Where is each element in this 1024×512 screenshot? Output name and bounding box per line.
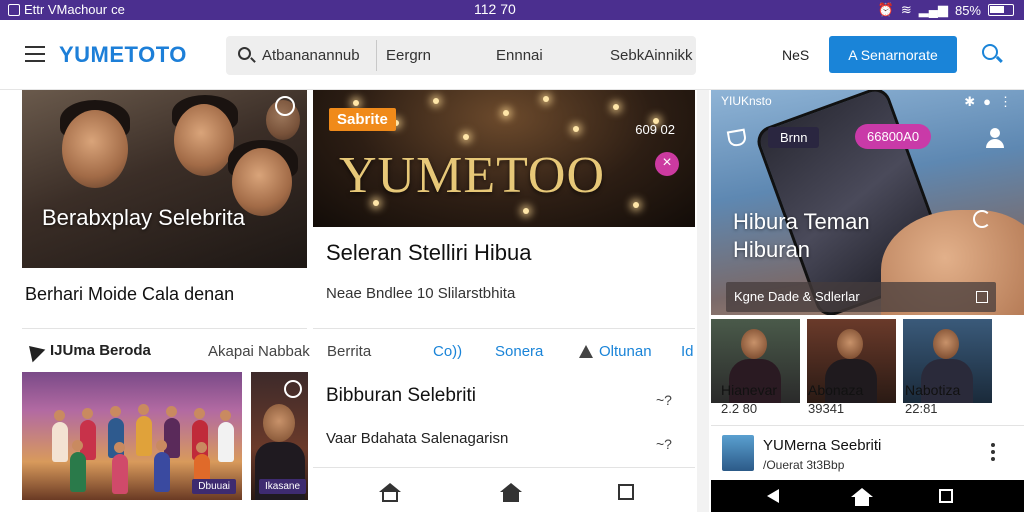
phone-pill-badge[interactable]: 66800A0: [855, 124, 932, 149]
hero-tag: Sabrite: [329, 108, 396, 131]
tab-label: Oltunan: [599, 343, 652, 360]
divider: [313, 467, 695, 468]
navigation-arrow-icon: [22, 339, 46, 362]
person-name[interactable]: Abonaza: [808, 382, 863, 398]
cta-button[interactable]: A Senarnorate: [829, 36, 957, 73]
header-link[interactable]: NeS: [782, 47, 809, 63]
person-name[interactable]: Nabotiza: [905, 382, 960, 398]
article-title[interactable]: Seleran Stelliri Hibua: [326, 240, 531, 266]
menu-icon[interactable]: [25, 46, 45, 62]
divider: [711, 425, 1024, 426]
search-bar[interactable]: Atbananannub Eergrn Ennnai SebkAinnikk: [226, 36, 696, 75]
status-indicators: ⏰ ≋ ▂▄▆ 85%: [878, 2, 1014, 18]
feature-title[interactable]: Berhari Moide Cala denan: [25, 284, 234, 305]
hero-counter: 609 02: [635, 122, 675, 137]
status-app-suffix: ce: [111, 2, 125, 17]
tab-category[interactable]: Id: [681, 343, 694, 360]
status-bar: Ettr VMachour ce 112 70 ⏰ ≋ ▂▄▆ 85%: [0, 0, 1024, 20]
tab-category[interactable]: Oltunan: [579, 343, 652, 360]
tab-category[interactable]: Berrita: [327, 343, 371, 360]
person-count: 39341: [808, 401, 845, 416]
bottom-nav: [313, 470, 695, 512]
app-logo[interactable]: YUMETOTO: [59, 42, 187, 68]
status-app-name: Ettr VMachour: [24, 2, 108, 17]
bluetooth-icon: ✱: [964, 94, 976, 109]
status-app: Ettr VMachour ce: [8, 2, 125, 17]
list-item-count: ~?: [656, 392, 672, 408]
phone-preview: YIUKnsto ✱ ● ⋮ Brnn 66800A0 Hibura Teman…: [711, 90, 1024, 512]
phone-caption-strip[interactable]: Kgne Dade & Sdlerlar: [726, 282, 996, 312]
section-header: IJUma Beroda: [22, 339, 151, 362]
hero-banner[interactable]: Sabrite YUMETOO 609 02 ×: [313, 90, 695, 227]
recents-icon[interactable]: [939, 489, 953, 503]
search-filter[interactable]: Ennnai: [496, 47, 543, 64]
search-filter[interactable]: Eergrn: [386, 47, 431, 64]
tab-category[interactable]: Sonera: [495, 343, 543, 360]
phone-hero-title: Hibura Teman Hiburan: [733, 209, 870, 262]
home-icon[interactable]: [851, 488, 873, 506]
user-icon[interactable]: [986, 128, 1004, 148]
article-subtitle: Neae Bndlee 10 Slilarstbhita: [326, 285, 516, 302]
search-icon: [238, 47, 251, 60]
play-icon[interactable]: [284, 380, 302, 398]
phone-pill-label[interactable]: Brnn: [768, 127, 820, 148]
phone-top-label: YIUKnsto: [721, 94, 772, 108]
wifi-icon: ≋: [900, 2, 912, 17]
thumbnail-badge: Ikasane: [259, 479, 307, 494]
signal-icon: ▂▄▆: [918, 2, 948, 17]
status-time: 112 70: [474, 1, 516, 17]
item-avatar[interactable]: [722, 435, 754, 471]
globe-icon: ●: [983, 94, 991, 109]
category-tabs: Berrita Co)) Sonera Oltunan Id: [313, 342, 696, 362]
app-screen: Ettr VMachour ce 112 70 ⏰ ≋ ▂▄▆ 85% YUME…: [0, 0, 1024, 512]
search-icon[interactable]: [982, 44, 998, 60]
search-divider: [376, 40, 377, 71]
tab-category[interactable]: Co)): [433, 343, 462, 360]
feature-caption: Berabxplay Selebrita: [42, 205, 246, 230]
home-icon[interactable]: [379, 483, 401, 502]
more-vert-icon[interactable]: ⋮: [999, 94, 1012, 110]
item-subtitle: /Ouerat 3t3Bbp: [763, 458, 845, 472]
portrait-thumbnail[interactable]: Ikasane: [251, 372, 308, 500]
group-photo-thumbnail[interactable]: Dbuuai: [22, 372, 242, 500]
back-icon[interactable]: [767, 489, 779, 503]
list-item-title[interactable]: Vaar Bdahata Salenagarisn: [326, 430, 508, 447]
thumbnail-badge: Dbuuai: [192, 479, 236, 494]
divider: [22, 328, 307, 329]
people-labels: Hianevar 2.2 80 Abonaza 39341 Nabotiza 2…: [711, 380, 1024, 420]
column-separator: [697, 90, 709, 512]
close-icon[interactable]: ×: [655, 152, 679, 176]
home-filled-icon[interactable]: [500, 483, 522, 502]
person-count: 22:81: [905, 401, 938, 416]
heart-icon[interactable]: [726, 128, 748, 148]
alarm-icon: ⏰: [877, 2, 894, 17]
checkbox-icon[interactable]: [976, 291, 988, 303]
hero-wordmark: YUMETOO: [339, 147, 606, 204]
tab-icon: [579, 345, 593, 358]
search-input[interactable]: Atbananannub: [262, 47, 360, 64]
search-filter[interactable]: SebkAinnikk: [610, 47, 693, 64]
bookmark-icon[interactable]: [275, 96, 295, 116]
more-vert-icon[interactable]: [991, 443, 995, 461]
app-bar: YUMETOTO Atbananannub Eergrn Ennnai Sebk…: [0, 20, 1024, 90]
section-title: IJUma Beroda: [50, 342, 151, 359]
caption-label: Kgne Dade & Sdlerlar: [734, 289, 860, 304]
loading-icon: [973, 210, 991, 228]
divider: [313, 328, 695, 329]
app-icon: [8, 3, 20, 16]
list-item-title[interactable]: Bibburan Selebriti: [326, 385, 476, 407]
battery-icon: [988, 4, 1014, 16]
list-item-count: ~?: [656, 436, 672, 452]
battery-percent: 85%: [954, 2, 981, 18]
item-title[interactable]: YUMerna Seebriti: [763, 437, 881, 454]
section-link[interactable]: Akapai Nabbak: [208, 343, 310, 360]
square-icon[interactable]: [618, 484, 634, 500]
phone-top-icons: ✱ ● ⋮: [964, 94, 1012, 110]
person-name[interactable]: Hianevar: [721, 382, 777, 398]
feature-image[interactable]: Berabxplay Selebrita: [22, 90, 307, 268]
phone-nav-bar: [711, 480, 1024, 512]
phone-hero-image[interactable]: YIUKnsto ✱ ● ⋮ Brnn 66800A0 Hibura Teman…: [711, 90, 1024, 315]
person-count: 2.2 80: [721, 401, 758, 416]
